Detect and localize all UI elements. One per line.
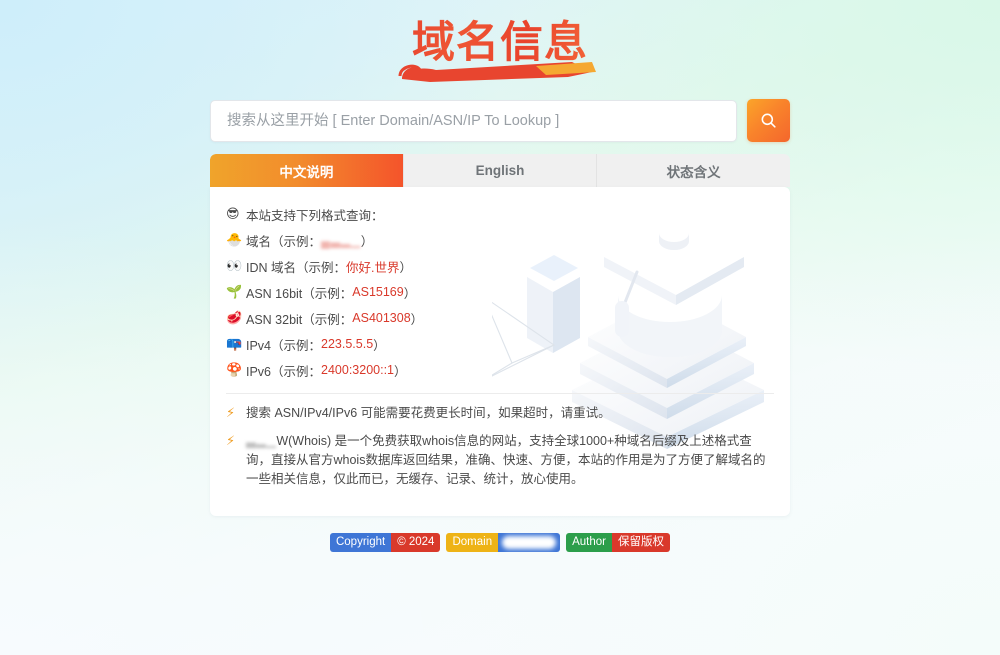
list-item: 📪 IPv4（示例： 223.5.5.5 ） <box>226 331 774 357</box>
format-heading-row: 😎 本站支持下列格式查询： <box>226 201 774 227</box>
format-example: 223.5.5.5 <box>321 337 374 351</box>
note-text: W(Whois) 是一个免费获取whois信息的网站，支持全球1000+种域名后… <box>246 434 766 486</box>
format-suffix: ） <box>399 260 413 275</box>
copyright-badge-label: Copyright <box>329 533 392 552</box>
tab-english[interactable]: English <box>403 154 598 187</box>
search-input[interactable] <box>210 99 737 142</box>
domain-badge-label: Domain <box>446 533 499 552</box>
format-suffix: ） <box>403 286 417 301</box>
format-label: IDN 域名（示例： <box>246 260 347 275</box>
sunglasses-face-icon: 😎 <box>226 206 240 222</box>
tab-bar: 中文说明 English 状态含义 <box>210 154 790 187</box>
help-panel-content: 😎 本站支持下列格式查询： 🐣 域名（示例： ▄▃▂▁ ） 👀 IDN 域名（示… <box>226 201 774 489</box>
page-root: 域名信息 中文说明 English 状态含义 <box>0 0 1000 655</box>
eyes-icon: 👀 <box>226 258 243 274</box>
note-text-wrapper: ▃▂▁W(Whois) 是一个免费获取whois信息的网站，支持全球1000+种… <box>246 432 774 489</box>
author-badge[interactable]: Author 保留版权 <box>566 533 670 552</box>
search-icon <box>761 113 776 128</box>
note-redacted-sitename: ▃▂▁ <box>246 434 277 448</box>
search-bar <box>210 99 790 142</box>
format-suffix: ） <box>360 234 374 249</box>
mushroom-icon: 🍄 <box>226 362 243 378</box>
format-suffix: ） <box>373 338 386 353</box>
domain-badge[interactable]: Domain <box>446 533 561 552</box>
author-badge-value: 保留版权 <box>612 533 670 552</box>
bolt-icon: ⚡ <box>226 434 236 449</box>
meat-icon: 🥩 <box>226 310 243 326</box>
note-timeout: ⚡ 搜索 ASN/IPv4/IPv6 可能需要花费更长时间，如果超时，请重试。 <box>226 404 774 423</box>
format-label: IPv4（示例： <box>246 338 322 353</box>
format-example: 2400:3200::1 <box>321 363 395 377</box>
format-label: ASN 32bit（示例： <box>246 312 353 327</box>
site-logo: 域名信息 <box>398 18 600 82</box>
site-logo-text: 域名信息 <box>400 18 600 68</box>
mailbox-icon: 📪 <box>226 336 243 352</box>
copyright-badge[interactable]: Copyright © 2024 <box>329 533 441 552</box>
format-label: IPv6（示例： <box>246 364 322 379</box>
format-suffix: ） <box>394 364 407 379</box>
format-suffix: ） <box>410 312 424 327</box>
copyright-badge-value: © 2024 <box>391 533 441 552</box>
search-button[interactable] <box>747 99 790 142</box>
site-logo-area: 域名信息 <box>0 0 1000 82</box>
tab-status-meaning[interactable]: 状态含义 <box>597 154 790 187</box>
format-label: 域名（示例： <box>246 234 322 249</box>
list-item: 🌱 ASN 16bit（示例： AS15169 ） <box>226 279 774 305</box>
format-example: AS15169 <box>352 285 404 299</box>
bolt-icon: ⚡ <box>226 406 236 421</box>
note-about: ⚡ ▃▂▁W(Whois) 是一个免费获取whois信息的网站，支持全球1000… <box>226 432 774 489</box>
content-divider <box>226 393 774 394</box>
footer-badges: Copyright © 2024 Domain Author 保留版权 <box>210 533 790 552</box>
seedling-icon: 🌱 <box>226 284 243 300</box>
help-panel: 😎 本站支持下列格式查询： 🐣 域名（示例： ▄▃▂▁ ） 👀 IDN 域名（示… <box>210 187 790 516</box>
author-badge-label: Author <box>566 533 612 552</box>
list-item: 🍄 IPv6（示例： 2400:3200::1 ） <box>226 357 774 383</box>
format-label: ASN 16bit（示例： <box>246 286 353 301</box>
format-heading-text: 本站支持下列格式查询： <box>246 208 384 223</box>
list-item: 👀 IDN 域名（示例： 你好.世界 ） <box>226 253 774 279</box>
list-item: 🐣 域名（示例： ▄▃▂▁ ） <box>226 227 774 253</box>
list-item: 🥩 ASN 32bit（示例： AS401308 ） <box>226 305 774 331</box>
chick-icon: 🐣 <box>226 232 243 248</box>
format-example: ▄▃▂▁ <box>321 233 361 248</box>
format-example: 你好.世界 <box>346 260 400 275</box>
domain-badge-value <box>498 533 561 552</box>
supported-format-list: 😎 本站支持下列格式查询： 🐣 域名（示例： ▄▃▂▁ ） 👀 IDN 域名（示… <box>226 201 774 383</box>
format-example: AS401308 <box>352 311 411 325</box>
tab-chinese-help[interactable]: 中文说明 <box>210 154 404 187</box>
domain-badge-redaction <box>502 536 557 549</box>
note-text: 搜索 ASN/IPv4/IPv6 可能需要花费更长时间，如果超时，请重试。 <box>246 406 611 420</box>
